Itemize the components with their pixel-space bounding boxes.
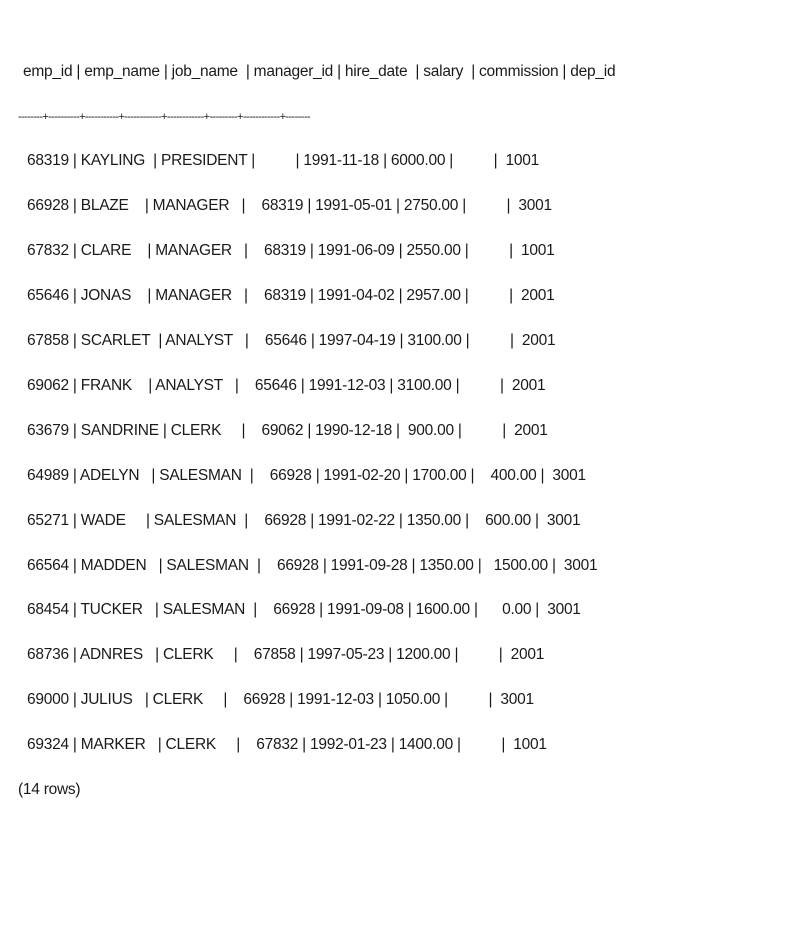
table-row: 63679 | SANDRINE | CLERK | 69062 | 1990-… [27,422,548,439]
table-row: 67832 | CLARE | MANAGER | 68319 | 1991-0… [27,242,555,259]
table-row: 66928 | BLAZE | MANAGER | 68319 | 1991-0… [27,197,552,214]
table-row: 66564 | MADDEN | SALESMAN | 66928 | 1991… [27,557,598,574]
table-row: 65271 | WADE | SALESMAN | 66928 | 1991-0… [27,512,581,529]
table-row: 65646 | JONAS | MANAGER | 68319 | 1991-0… [27,287,555,304]
table-row: 69062 | FRANK | ANALYST | 65646 | 1991-1… [27,377,546,394]
table-row: 68319 | KAYLING | PRESIDENT | | 1991-11-… [27,152,539,169]
table-row: 69000 | JULIUS | CLERK | 66928 | 1991-12… [27,691,534,708]
table-row: 69324 | MARKER | CLERK | 67832 | 1992-01… [27,736,547,753]
table-row: 68736 | ADNRES | CLERK | 67858 | 1997-05… [27,646,545,663]
row-count-label: (14 rows) [18,781,81,798]
table-row: 67858 | SCARLET | ANALYST | 65646 | 1997… [27,332,556,349]
separator-line: --------+----------+-----------+--------… [18,111,311,123]
table-row: 64989 | ADELYN | SALESMAN | 66928 | 1991… [27,467,586,484]
table-row: 68454 | TUCKER | SALESMAN | 66928 | 1991… [27,601,581,618]
query-result-document: emp_id | emp_name | job_name | manager_i… [0,0,803,946]
column-header-line: emp_id | emp_name | job_name | manager_i… [23,63,616,80]
